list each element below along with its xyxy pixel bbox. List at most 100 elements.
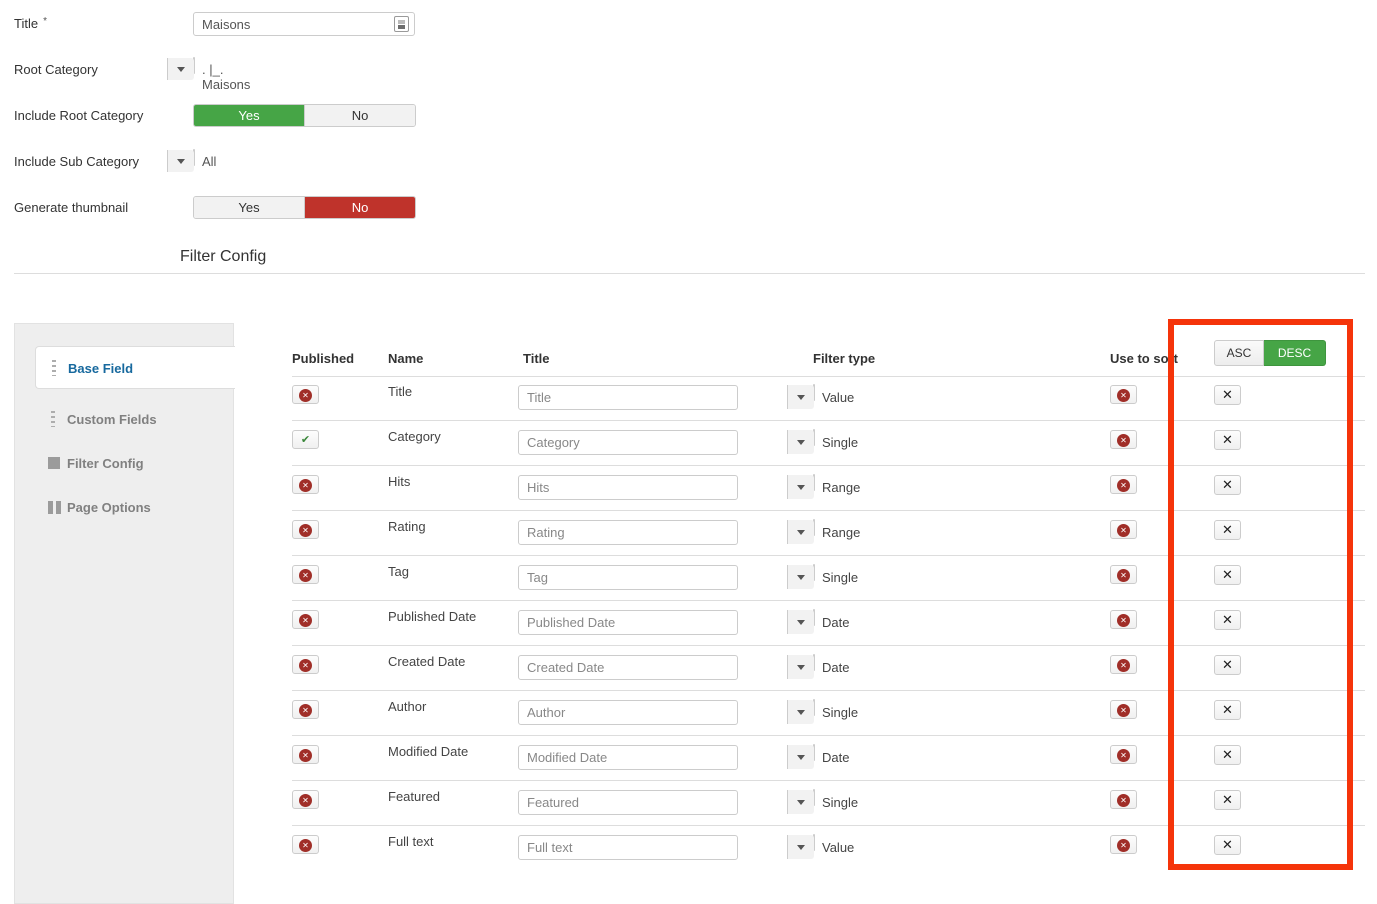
published-toggle-button[interactable]: ✕ <box>292 790 319 809</box>
cross-circle-icon: ✕ <box>1117 749 1130 762</box>
published-toggle-button[interactable]: ✕ <box>292 835 319 854</box>
published-toggle-button[interactable]: ✕ <box>292 655 319 674</box>
row-title-input[interactable] <box>518 790 738 815</box>
asc-button[interactable]: ASC <box>1214 340 1264 366</box>
filter-type-select[interactable]: Date <box>813 654 815 671</box>
table-row: ✕ Modified Date Date ✕ ✕ <box>292 736 1365 781</box>
cross-circle-icon: ✕ <box>299 794 312 807</box>
published-toggle-button[interactable]: ✕ <box>292 385 319 404</box>
generate-thumbnail-yes-button[interactable]: Yes <box>194 197 304 218</box>
row-title-input[interactable] <box>518 610 738 635</box>
row-title-input[interactable] <box>518 520 738 545</box>
filter-type-select[interactable]: Date <box>813 744 815 761</box>
remove-field-button[interactable]: ✕ <box>1214 745 1241 765</box>
sidebar-item-custom-fields[interactable]: Custom Fields <box>15 398 233 441</box>
filter-type-select[interactable]: Range <box>813 519 815 536</box>
row-title-input[interactable] <box>518 565 738 590</box>
cross-circle-icon: ✕ <box>1117 434 1130 447</box>
use-to-sort-button[interactable]: ✕ <box>1110 475 1137 494</box>
published-toggle-button[interactable]: ✕ <box>292 520 319 539</box>
use-to-sort-button[interactable]: ✕ <box>1110 790 1137 809</box>
chevron-down-icon <box>177 67 185 72</box>
row-title-input[interactable] <box>518 385 738 410</box>
autofill-icon[interactable] <box>394 16 409 32</box>
row-title-input[interactable] <box>518 655 738 680</box>
title-input[interactable] <box>193 12 415 36</box>
include-sub-select[interactable]: All <box>193 149 195 166</box>
sidebar: Base Field Custom Fields Filter Config P… <box>14 323 234 904</box>
use-to-sort-button[interactable]: ✕ <box>1110 655 1137 674</box>
row-name: Category <box>388 429 441 444</box>
table-row: ✕ Tag Single ✕ ✕ <box>292 556 1365 601</box>
remove-field-button[interactable]: ✕ <box>1214 565 1241 585</box>
remove-field-button[interactable]: ✕ <box>1214 610 1241 630</box>
table-row: ✕ Author Single ✕ ✕ <box>292 691 1365 736</box>
remove-field-button[interactable]: ✕ <box>1214 430 1241 450</box>
use-to-sort-button[interactable]: ✕ <box>1110 610 1137 629</box>
sidebar-item-base-field[interactable]: Base Field <box>35 346 235 389</box>
remove-field-button[interactable]: ✕ <box>1214 385 1241 405</box>
sidebar-item-filter-config[interactable]: Filter Config <box>15 442 233 485</box>
column-header-title: Title <box>523 351 550 366</box>
remove-field-button[interactable]: ✕ <box>1214 655 1241 675</box>
published-toggle-button[interactable]: ✕ <box>292 700 319 719</box>
root-category-label: Root Category <box>14 62 184 77</box>
cross-circle-icon: ✕ <box>299 704 312 717</box>
cross-circle-icon: ✕ <box>1117 704 1130 717</box>
cross-circle-icon: ✕ <box>299 389 312 402</box>
section-heading: Filter Config <box>180 248 266 266</box>
use-to-sort-button[interactable]: ✕ <box>1110 385 1137 404</box>
use-to-sort-button[interactable]: ✕ <box>1110 430 1137 449</box>
filter-type-select[interactable]: Single <box>813 699 815 716</box>
cross-circle-icon: ✕ <box>1117 569 1130 582</box>
filter-type-select[interactable]: Date <box>813 609 815 626</box>
root-category-select[interactable]: . |_. Maisons <box>193 57 195 74</box>
use-to-sort-button[interactable]: ✕ <box>1110 835 1137 854</box>
select-caret <box>787 835 814 859</box>
filter-type-select[interactable]: Value <box>813 384 815 401</box>
chevron-down-icon <box>797 665 805 670</box>
published-toggle-button[interactable]: ✕ <box>292 475 319 494</box>
row-name: Hits <box>388 474 410 489</box>
use-to-sort-button[interactable]: ✕ <box>1110 700 1137 719</box>
use-to-sort-button[interactable]: ✕ <box>1110 745 1137 764</box>
table-row: ✕ Featured Single ✕ ✕ <box>292 781 1365 826</box>
table-row: ✕ Title Value ✕ ✕ <box>292 376 1365 421</box>
remove-field-button[interactable]: ✕ <box>1214 835 1241 855</box>
chevron-down-icon <box>797 620 805 625</box>
desc-button[interactable]: DESC <box>1264 340 1326 366</box>
filter-type-select[interactable]: Single <box>813 564 815 581</box>
published-toggle-button[interactable]: ✕ <box>292 565 319 584</box>
row-title-input[interactable] <box>518 430 738 455</box>
chevron-down-icon <box>797 395 805 400</box>
sort-direction-toggle: ASC DESC <box>1214 340 1326 366</box>
filter-type-value: Range <box>822 480 860 495</box>
use-to-sort-button[interactable]: ✕ <box>1110 565 1137 584</box>
filter-type-value: Single <box>822 570 858 585</box>
remove-field-button[interactable]: ✕ <box>1214 700 1241 720</box>
filter-type-value: Single <box>822 705 858 720</box>
filter-type-select[interactable]: Single <box>813 429 815 446</box>
include-root-yes-button[interactable]: Yes <box>194 105 304 126</box>
include-root-no-button[interactable]: No <box>304 105 415 126</box>
remove-field-button[interactable]: ✕ <box>1214 475 1241 495</box>
published-toggle-button[interactable]: ✔ <box>292 430 319 449</box>
row-title-input[interactable] <box>518 835 738 860</box>
published-toggle-button[interactable]: ✕ <box>292 745 319 764</box>
filter-type-select[interactable]: Range <box>813 474 815 491</box>
cross-circle-icon: ✕ <box>299 614 312 627</box>
use-to-sort-button[interactable]: ✕ <box>1110 520 1137 539</box>
filter-type-select[interactable]: Value <box>813 834 815 851</box>
select-caret <box>787 700 814 724</box>
published-toggle-button[interactable]: ✕ <box>292 610 319 629</box>
remove-field-button[interactable]: ✕ <box>1214 790 1241 810</box>
generate-thumbnail-no-button[interactable]: No <box>304 197 415 218</box>
sidebar-item-page-options[interactable]: Page Options <box>15 486 233 529</box>
row-title-input[interactable] <box>518 700 738 725</box>
filter-type-select[interactable]: Single <box>813 789 815 806</box>
remove-field-button[interactable]: ✕ <box>1214 520 1241 540</box>
row-title-input[interactable] <box>518 475 738 500</box>
cross-circle-icon: ✕ <box>1117 659 1130 672</box>
sidebar-item-label: Page Options <box>67 500 151 515</box>
row-title-input[interactable] <box>518 745 738 770</box>
